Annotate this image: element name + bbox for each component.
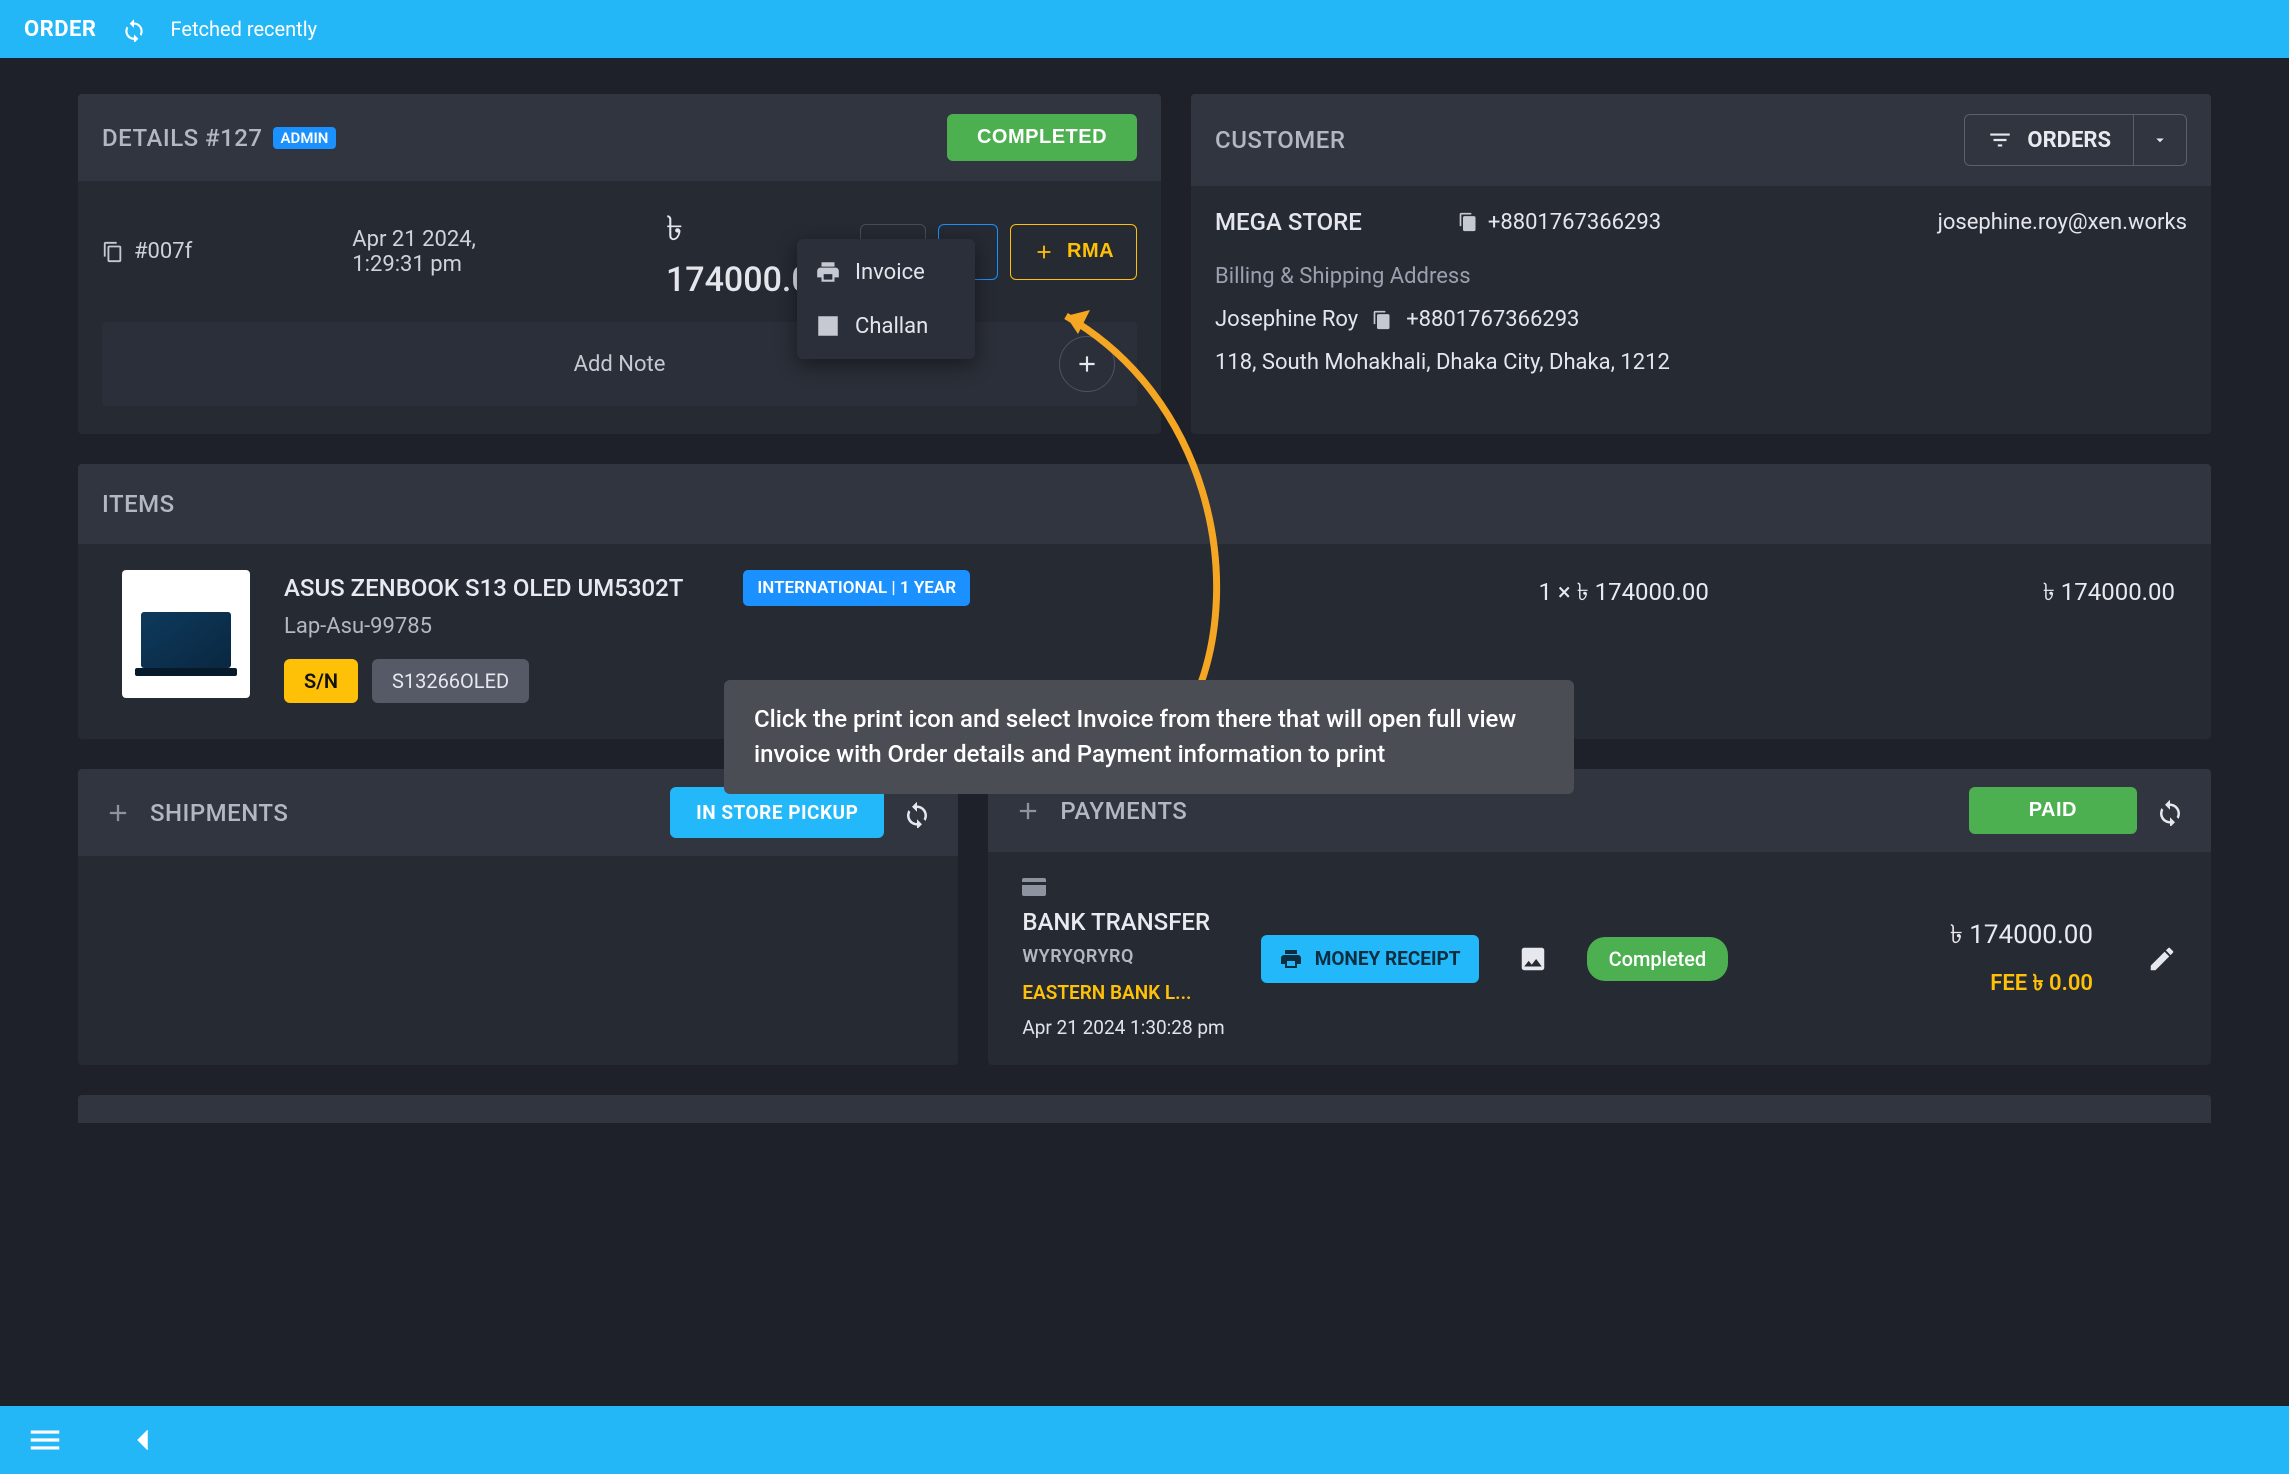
payment-status-chip: Completed [1587, 937, 1729, 981]
orders-label: ORDERS [2027, 128, 2111, 153]
menu-icon[interactable] [26, 1421, 64, 1459]
blank-panel [78, 1095, 2211, 1123]
item-sku: Lap-Asu-99785 [284, 614, 970, 639]
status-completed-button[interactable]: COMPLETED [947, 114, 1137, 161]
print-menu: Invoice Challan [797, 239, 975, 359]
sn-label-chip[interactable]: S/N [284, 659, 358, 703]
payment-txn: WYRYQRYRQ [1022, 946, 1224, 967]
document-icon [815, 313, 841, 339]
item-line-total: ৳ 174000.00 [2043, 570, 2175, 614]
page-title: ORDER [24, 17, 97, 42]
money-receipt-label: MONEY RECEIPT [1315, 947, 1461, 970]
plus-icon[interactable] [1014, 797, 1042, 825]
payment-timestamp: Apr 21 2024 1:30:28 pm [1022, 1016, 1224, 1039]
filter-icon [1987, 127, 2013, 153]
annotation-tooltip: Click the print icon and select Invoice … [724, 680, 1574, 794]
admin-badge: ADMIN [273, 127, 337, 149]
rma-button[interactable]: RMA [1010, 224, 1137, 280]
card-icon [1022, 878, 1046, 896]
payment-amount: ৳ 174000.00 [1950, 914, 2093, 958]
payment-fee: FEE ৳ 0.00 [1950, 966, 2093, 1003]
menu-item-challan[interactable]: Challan [797, 299, 975, 353]
sync-icon[interactable] [2155, 796, 2185, 826]
paid-button[interactable]: PAID [1969, 787, 2137, 834]
money-receipt-button[interactable]: MONEY RECEIPT [1261, 935, 1479, 983]
orders-dropdown-toggle[interactable] [2133, 114, 2187, 166]
item-name: ASUS ZENBOOK S13 OLED UM5302T [284, 574, 683, 602]
copy-icon [102, 241, 124, 263]
plus-icon[interactable] [104, 799, 132, 827]
order-id[interactable]: #007f [102, 239, 192, 264]
fetch-status: Fetched recently [171, 17, 318, 41]
payment-method: BANK TRANSFER [1022, 908, 1224, 936]
add-note-row: Add Note [102, 322, 1137, 406]
menu-item-invoice[interactable]: Invoice [797, 245, 975, 299]
edit-icon[interactable] [2147, 944, 2177, 974]
copy-icon[interactable] [1372, 310, 1392, 330]
pickup-pill[interactable]: IN STORE PICKUP [670, 787, 884, 838]
rma-label: RMA [1067, 240, 1114, 263]
details-card: DETAILS #127 ADMIN COMPLETED #007f Apr 2… [78, 94, 1161, 434]
customer-phone-2: +8801767366293 [1406, 303, 1579, 336]
customer-title: CUSTOMER [1215, 126, 1345, 154]
refresh-icon[interactable] [121, 16, 147, 42]
customer-address: 118, South Mohakhali, Dhaka City, Dhaka,… [1215, 346, 2187, 379]
item-qty-price: 1 × ৳ 174000.00 [1538, 570, 1708, 614]
payments-title: PAYMENTS [1060, 797, 1187, 825]
address-label: Billing & Shipping Address [1215, 260, 2187, 293]
plus-icon [1033, 241, 1055, 263]
customer-email[interactable]: josephine.roy@xen.works [1938, 206, 2187, 239]
item-image [122, 570, 250, 698]
warranty-chip: INTERNATIONAL | 1 YEAR [743, 570, 970, 606]
caret-down-icon [2151, 131, 2169, 149]
plus-icon [1074, 351, 1100, 377]
bottom-bar [0, 1406, 2289, 1474]
items-title: ITEMS [102, 490, 175, 518]
print-icon [815, 259, 841, 285]
customer-phone[interactable]: +8801767366293 [1458, 206, 1661, 239]
back-icon[interactable] [124, 1421, 162, 1459]
payment-bank: EASTERN BANK L... [1022, 981, 1224, 1004]
add-note-label: Add Note [102, 352, 1137, 377]
print-icon [1279, 947, 1303, 971]
menu-item-challan-label: Challan [855, 314, 928, 339]
customer-card: CUSTOMER ORDERS MEGA STORE +880 [1191, 94, 2211, 434]
details-title: DETAILS #127 [102, 124, 263, 152]
order-id-text: #007f [134, 239, 192, 264]
order-timestamp: Apr 21 2024, 1:29:31 pm [352, 227, 536, 277]
shipments-title: SHIPMENTS [150, 799, 288, 827]
top-bar: ORDER Fetched recently [0, 0, 2289, 58]
menu-item-invoice-label: Invoice [855, 260, 925, 285]
copy-icon [1458, 212, 1478, 232]
customer-store: MEGA STORE [1215, 204, 1362, 240]
orders-button[interactable]: ORDERS [1964, 114, 2133, 166]
customer-phone-text: +8801767366293 [1488, 206, 1661, 239]
payments-panel: PAYMENTS PAID BANK TRANSFER WYRYQRYRQ EA… [988, 769, 2211, 1065]
shipments-panel: SHIPMENTS IN STORE PICKUP [78, 769, 958, 1065]
sync-icon[interactable] [902, 798, 932, 828]
customer-name: Josephine Roy [1215, 303, 1358, 336]
sn-chip: S13266OLED [372, 659, 529, 703]
image-icon[interactable] [1515, 944, 1551, 974]
add-note-button[interactable] [1059, 336, 1115, 392]
